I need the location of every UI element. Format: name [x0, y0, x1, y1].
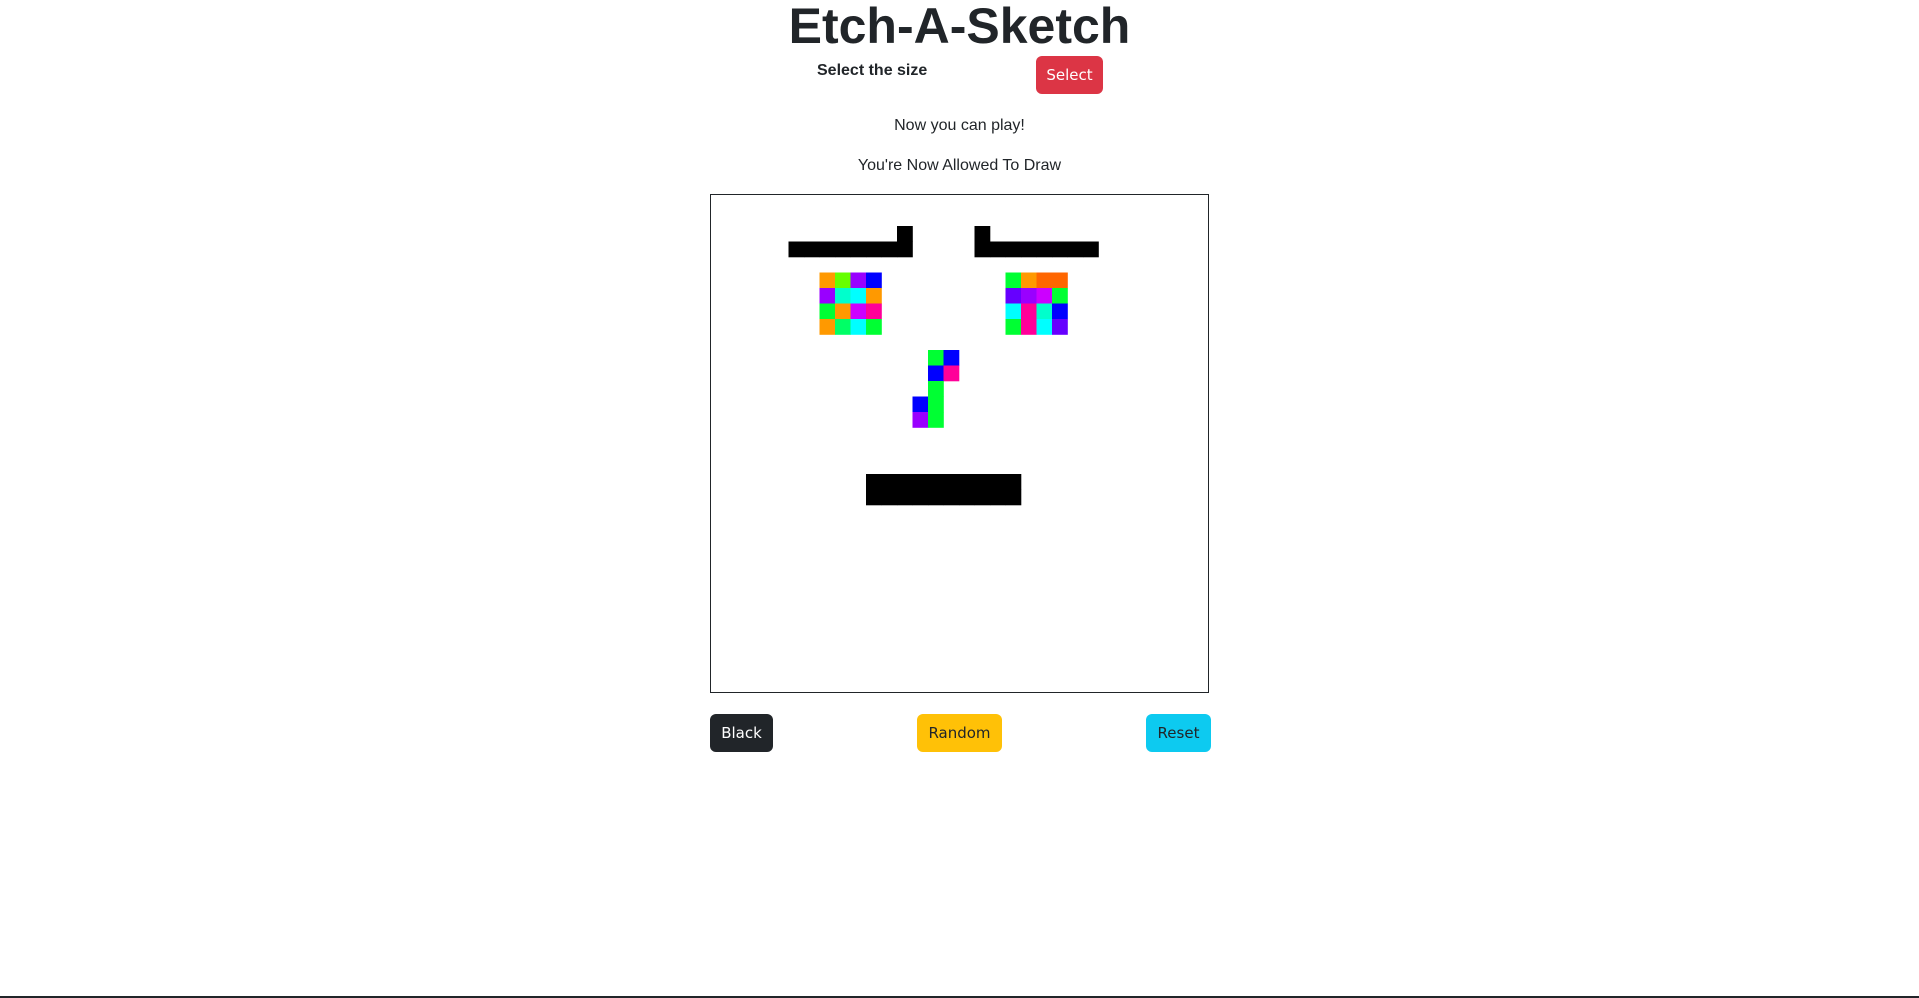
- grid-cell[interactable]: [881, 489, 898, 506]
- grid-cell[interactable]: [835, 272, 851, 289]
- grid-cell[interactable]: [928, 412, 944, 428]
- grid-cell[interactable]: [1036, 319, 1053, 335]
- grid-cell[interactable]: [897, 489, 913, 506]
- black-color-button[interactable]: Black: [710, 714, 773, 752]
- reset-button[interactable]: Reset: [1146, 714, 1211, 752]
- grid-cell[interactable]: [1005, 303, 1022, 320]
- grid-cell[interactable]: [1005, 288, 1022, 304]
- grid-cell[interactable]: [1005, 241, 1022, 258]
- grid-cell[interactable]: [1005, 272, 1022, 289]
- grid-cell[interactable]: [819, 272, 836, 289]
- grid-cell[interactable]: [912, 489, 929, 506]
- grid-cell[interactable]: [990, 241, 1006, 258]
- grid-cell[interactable]: [1036, 288, 1053, 304]
- grid-cell[interactable]: [866, 489, 882, 506]
- grid-cell[interactable]: [974, 474, 991, 490]
- grid-cell[interactable]: [1021, 272, 1037, 289]
- grid-cell[interactable]: [866, 272, 882, 289]
- grid-cell[interactable]: [959, 489, 975, 506]
- grid-cell[interactable]: [1021, 319, 1037, 335]
- grid-cell[interactable]: [1005, 474, 1022, 490]
- grid-cell[interactable]: [1021, 288, 1037, 304]
- grid-cell[interactable]: [850, 303, 867, 320]
- grid-cell[interactable]: [788, 241, 805, 258]
- grid-cell[interactable]: [1005, 319, 1022, 335]
- grid-cell[interactable]: [819, 288, 836, 304]
- grid-cell[interactable]: [1067, 241, 1084, 258]
- grid-cell[interactable]: [1052, 288, 1068, 304]
- size-selector-row: Select the size Select: [810, 56, 1105, 94]
- grid-cell[interactable]: [1005, 489, 1022, 506]
- play-status-message: Now you can play!: [894, 117, 1025, 134]
- grid-cell[interactable]: [912, 474, 929, 490]
- grid-cell[interactable]: [974, 489, 991, 506]
- grid-cell[interactable]: [866, 319, 882, 335]
- grid-cell[interactable]: [850, 272, 867, 289]
- grid-cell[interactable]: [866, 474, 882, 490]
- grid-cell[interactable]: [850, 241, 867, 258]
- select-size-button[interactable]: Select: [1036, 56, 1103, 94]
- grid-cell[interactable]: [912, 412, 929, 428]
- grid-cell[interactable]: [881, 474, 898, 490]
- grid-cell[interactable]: [1036, 241, 1053, 258]
- grid-cell[interactable]: [804, 241, 820, 258]
- grid-cell[interactable]: [1036, 303, 1053, 320]
- grid-cell[interactable]: [928, 474, 944, 490]
- grid-cell[interactable]: [866, 241, 882, 258]
- grid-cell[interactable]: [990, 474, 1006, 490]
- grid-cell[interactable]: [866, 288, 882, 304]
- grid-cell[interactable]: [959, 474, 975, 490]
- grid-cell[interactable]: [850, 319, 867, 335]
- grid-cell[interactable]: [897, 474, 913, 490]
- grid-cell[interactable]: [1036, 272, 1053, 289]
- grid-cell[interactable]: [974, 241, 991, 258]
- grid-cell[interactable]: [850, 288, 867, 304]
- grid-cell[interactable]: [1052, 272, 1068, 289]
- grid-cell[interactable]: [928, 489, 944, 506]
- grid-cell[interactable]: [819, 241, 836, 258]
- grid-cell[interactable]: [819, 303, 836, 320]
- grid-cell[interactable]: [1052, 303, 1068, 320]
- grid-cell[interactable]: [819, 319, 836, 335]
- grid-cell[interactable]: [897, 226, 913, 242]
- grid-cell[interactable]: [912, 396, 929, 413]
- grid-cell[interactable]: [928, 396, 944, 413]
- draw-status-message: You're Now Allowed To Draw: [857, 157, 1062, 174]
- sketch-board[interactable]: [710, 194, 1209, 693]
- grid-cell[interactable]: [1052, 319, 1068, 335]
- grid-cell[interactable]: [943, 489, 960, 506]
- grid-cell[interactable]: [835, 319, 851, 335]
- grid-cell[interactable]: [1052, 241, 1068, 258]
- grid-cell[interactable]: [928, 365, 944, 382]
- grid-cell[interactable]: [881, 241, 898, 258]
- grid-cell[interactable]: [974, 226, 991, 242]
- grid-cell[interactable]: [1021, 303, 1037, 320]
- grid-cell[interactable]: [943, 350, 960, 366]
- grid-cell[interactable]: [943, 474, 960, 490]
- grid-cell[interactable]: [1021, 241, 1037, 258]
- grid-cell[interactable]: [990, 489, 1006, 506]
- etch-a-sketch-page: Etch-A-Sketch Select the size Select Now…: [0, 0, 1919, 998]
- random-color-button[interactable]: Random: [917, 714, 1002, 752]
- grid-cell[interactable]: [897, 241, 913, 258]
- grid-cell[interactable]: [835, 241, 851, 258]
- grid-cell[interactable]: [835, 288, 851, 304]
- size-label: Select the size: [817, 62, 928, 79]
- grid-cell[interactable]: [928, 350, 944, 366]
- grid-cell[interactable]: [835, 303, 851, 320]
- grid-cell[interactable]: [928, 381, 944, 397]
- grid-cell[interactable]: [866, 303, 882, 320]
- page-title: Etch-A-Sketch: [788, 0, 1131, 54]
- grid-cell[interactable]: [1083, 241, 1099, 258]
- grid-cell[interactable]: [943, 365, 960, 382]
- sketch-grid[interactable]: [711, 195, 1207, 691]
